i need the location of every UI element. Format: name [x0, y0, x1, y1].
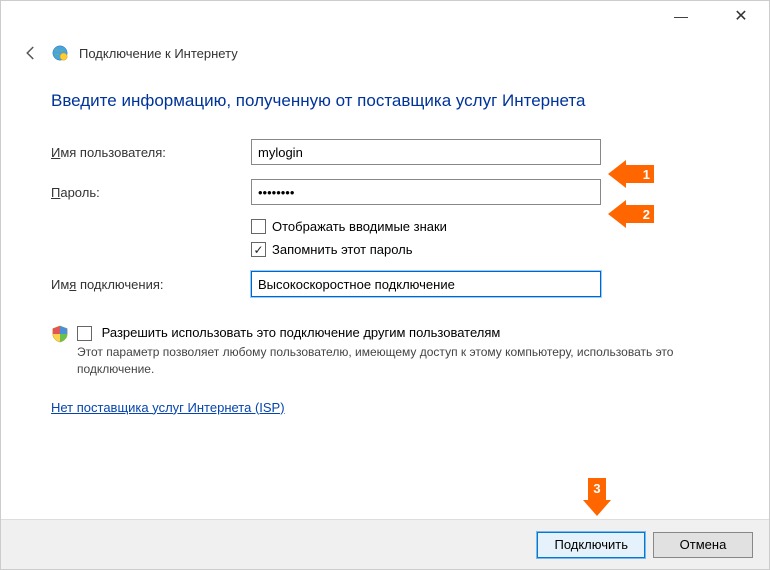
password-input[interactable]: [251, 179, 601, 205]
callout-3: 3: [583, 478, 611, 516]
header-title: Подключение к Интернету: [79, 46, 238, 61]
dialog-window: — ✕ Подключение к Интернету Введите инфо…: [0, 0, 770, 570]
minimize-button[interactable]: —: [661, 2, 701, 30]
remember-row: Запомнить этот пароль: [251, 242, 719, 257]
username-label: Имя пользователя:: [51, 145, 251, 160]
wizard-header: Подключение к Интернету: [1, 31, 769, 71]
callout-1: 1: [608, 160, 654, 188]
password-label: Пароль:: [51, 185, 251, 200]
share-checkbox[interactable]: [77, 326, 92, 341]
connection-name-label: Имя подключения:: [51, 277, 251, 292]
share-sub-text: Этот параметр позволяет любому пользоват…: [77, 344, 719, 378]
remember-label: Запомнить этот пароль: [272, 242, 413, 257]
shield-icon: [51, 325, 69, 343]
share-connection-row: Разрешить использовать это подключение д…: [51, 325, 719, 378]
connection-name-row: Имя подключения:: [51, 271, 719, 297]
connection-name-input[interactable]: [251, 271, 601, 297]
connect-button[interactable]: Подключить: [537, 532, 645, 558]
back-arrow-icon[interactable]: [21, 43, 41, 63]
share-checkbox-row: Разрешить использовать это подключение д…: [77, 325, 719, 341]
callout-2: 2: [608, 200, 654, 228]
show-chars-checkbox[interactable]: [251, 219, 266, 234]
share-label: Разрешить использовать это подключение д…: [102, 325, 501, 340]
show-chars-label: Отображать вводимые знаки: [272, 219, 447, 234]
share-text-block: Разрешить использовать это подключение д…: [77, 325, 719, 378]
cancel-button[interactable]: Отмена: [653, 532, 753, 558]
titlebar: — ✕: [1, 1, 769, 31]
close-button[interactable]: ✕: [721, 2, 761, 30]
remember-checkbox[interactable]: [251, 242, 266, 257]
content-area: Введите информацию, полученную от постав…: [1, 71, 769, 519]
dialog-footer: Подключить Отмена: [1, 519, 769, 569]
no-isp-link[interactable]: Нет поставщика услуг Интернета (ISP): [51, 400, 285, 415]
username-input[interactable]: [251, 139, 601, 165]
globe-icon: [51, 44, 69, 62]
page-heading: Введите информацию, полученную от постав…: [51, 91, 719, 111]
